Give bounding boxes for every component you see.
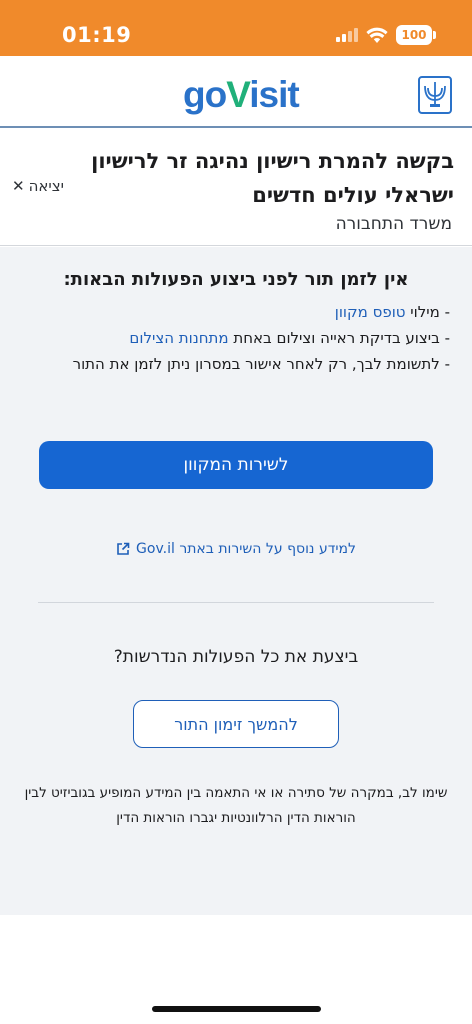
continue-booking-button[interactable]: להמשך זימון התור xyxy=(133,700,339,748)
step-sms-approval: - לתשומת לבך, רק לאחר אישור במסרון ניתן … xyxy=(72,355,450,373)
state-emblem-icon xyxy=(418,76,452,114)
status-bar: 01:19 100 xyxy=(0,0,472,56)
close-icon: ✕ xyxy=(12,177,25,195)
ministry-name: משרד התחבורה xyxy=(335,214,452,234)
online-form-link[interactable]: טופס מקוון xyxy=(335,303,406,321)
status-time: 01:19 xyxy=(62,23,132,47)
step-fill-form: - מילוי טופס מקוון xyxy=(20,299,450,325)
exit-label: יציאה xyxy=(28,177,65,195)
home-indicator[interactable] xyxy=(152,1006,321,1012)
gov-info-link[interactable]: למידע נוסף על השירות באתר Gov.il xyxy=(0,541,472,557)
notice-heading: אין לזמן תור לפני ביצוע הפעולות הבאות: xyxy=(63,269,409,290)
main-content: אין לזמן תור לפני ביצוע הפעולות הבאות: -… xyxy=(0,247,472,915)
step-eye-test: - ביצוע בדיקת ראייה וצילום באחת מתחנות ה… xyxy=(20,325,450,351)
brand-suffix: isit xyxy=(249,74,299,115)
signal-icon xyxy=(336,28,358,42)
status-icons: 100 xyxy=(336,24,436,46)
brand-prefix: go xyxy=(183,74,227,115)
steps-list: - מילוי טופס מקוון - ביצוע בדיקת ראייה ו… xyxy=(20,299,450,377)
request-title-area: בקשה להמרת רישיון נהיגה זר לרישיון ישראל… xyxy=(0,130,472,246)
external-link-icon xyxy=(117,542,130,555)
battery-level: 100 xyxy=(401,28,427,42)
page-title: בקשה להמרת רישיון נהיגה זר לרישיון ישראל… xyxy=(91,149,454,207)
wifi-icon xyxy=(366,27,388,43)
brand-v: V xyxy=(226,74,250,115)
battery-icon: 100 xyxy=(396,25,436,45)
online-service-button[interactable]: לשירות המקוון xyxy=(39,441,433,489)
govisit-logo[interactable]: goVisit xyxy=(183,74,300,116)
step1-prefix: - מילוי xyxy=(405,303,450,321)
photo-stations-link[interactable]: מתחנות הצילום xyxy=(129,329,228,347)
actions-done-question: ביצעת את כל הפעולות הנדרשות? xyxy=(113,647,359,667)
exit-button[interactable]: יציאה ✕ xyxy=(12,177,64,195)
app-header: goVisit xyxy=(0,56,472,128)
gov-link-label: למידע נוסף על השירות באתר Gov.il xyxy=(136,541,356,557)
step2-prefix: - ביצוע בדיקת ראייה וצילום באחת xyxy=(228,329,450,347)
disclaimer-text: שימו לב, במקרה של סתירה או אי התאמה בין … xyxy=(24,785,448,826)
divider xyxy=(38,602,434,603)
